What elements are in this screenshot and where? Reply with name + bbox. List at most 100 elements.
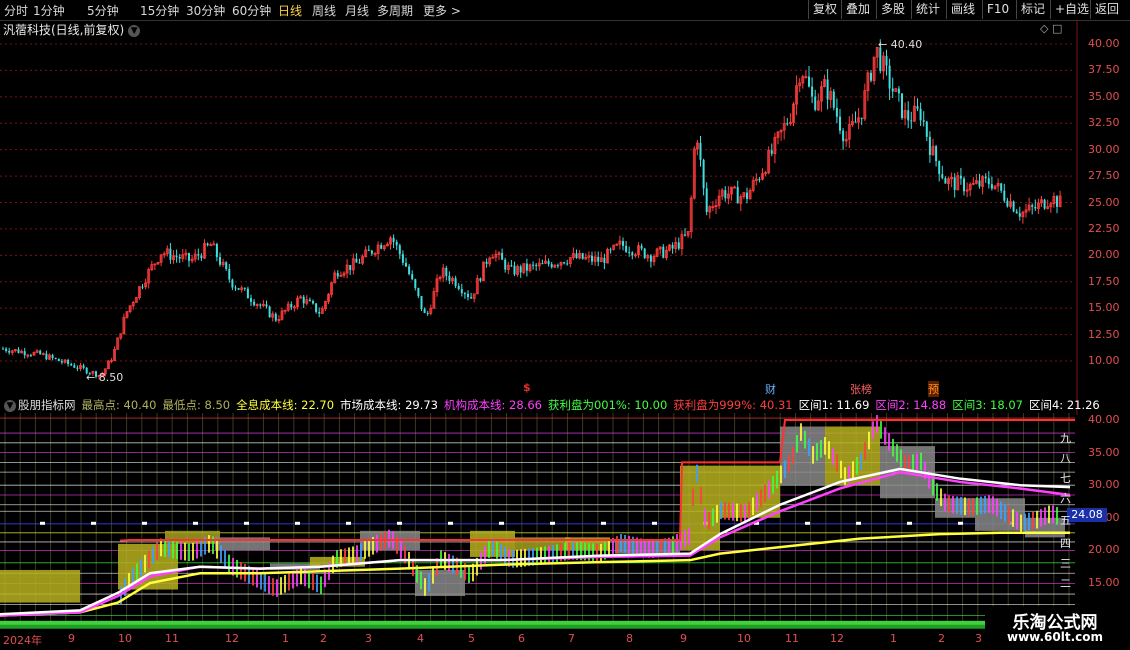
candlestick-chart[interactable]	[0, 20, 1130, 415]
candle-body	[349, 265, 352, 270]
overlay-button[interactable]: 叠加	[841, 0, 874, 19]
indicator-bar	[216, 540, 218, 559]
candle-body	[581, 253, 584, 259]
candle-body	[671, 244, 674, 249]
period-tab-15min[interactable]: 15分钟	[140, 2, 179, 19]
level-marker	[40, 521, 45, 525]
indicator-bar	[888, 433, 890, 451]
indicator-bar	[892, 438, 894, 457]
candle-body	[312, 301, 314, 304]
period-tab-30min[interactable]: 30分钟	[186, 2, 225, 19]
indicator-bar	[980, 496, 982, 515]
event-marker-forecast[interactable]: 预	[928, 381, 939, 397]
indicator-bar	[852, 461, 854, 479]
candle-body	[70, 363, 73, 366]
candle-body	[705, 188, 708, 213]
event-marker-finance[interactable]: 财	[765, 381, 776, 397]
candle-body	[870, 72, 872, 81]
indicator-bar	[960, 496, 962, 515]
candle-body	[922, 120, 925, 122]
indicator-field: 区间1: 11.69	[798, 398, 870, 412]
candle-body	[169, 248, 172, 260]
indicator-bar	[288, 572, 290, 591]
candle-body	[268, 306, 271, 318]
price-tick-label: 40.00	[1088, 37, 1120, 50]
level-marker	[448, 521, 453, 525]
candle-body	[1003, 190, 1006, 201]
period-tab-weekly[interactable]: 周线	[312, 2, 336, 19]
price-tick-label: 10.00	[1088, 354, 1120, 367]
zone-label: 五	[1060, 514, 1071, 527]
candle-body	[631, 252, 634, 256]
indicator-bar	[1044, 507, 1046, 525]
indicator-bar	[920, 452, 922, 471]
add-watchlist-button[interactable]: +自选	[1050, 0, 1093, 19]
date-tick-label: 3	[365, 632, 372, 645]
multi-stock-button[interactable]: 多股	[876, 0, 909, 19]
indicator-bar	[880, 421, 882, 439]
indicator-bar	[176, 541, 178, 560]
period-tab-5min[interactable]: 5分钟	[87, 2, 119, 19]
indicator-field: 区间4: 21.26	[1028, 398, 1100, 412]
zone-label: 二	[1060, 577, 1071, 590]
indicator-tick-label: 30.00	[1088, 478, 1120, 492]
period-tab-monthly[interactable]: 月线	[345, 2, 369, 19]
indicator-bar	[188, 543, 190, 562]
indicator-bar	[836, 454, 838, 472]
indicator-collapse-icon[interactable]: ▼	[4, 399, 16, 412]
indicator-field: 获利盘为999%: 40.31	[673, 398, 793, 412]
mark-button[interactable]: 标记	[1016, 0, 1049, 19]
zone-label: 六	[1060, 492, 1071, 505]
date-tick-label: 6	[518, 632, 525, 645]
indicator-chart[interactable]	[0, 413, 1130, 631]
indicator-bar	[280, 577, 282, 595]
indicator-bar	[696, 464, 698, 483]
event-marker-dollar[interactable]: $	[523, 381, 531, 394]
indicator-bar	[628, 535, 630, 554]
candle-body	[944, 178, 947, 184]
indicator-bar	[820, 440, 822, 458]
date-tick-label: 4	[417, 632, 424, 645]
indicator-bar	[912, 454, 914, 472]
zone-label: 八	[1060, 452, 1071, 465]
indicator-bar	[708, 511, 710, 530]
candle-body	[860, 117, 863, 119]
price-tick-label: 27.50	[1088, 169, 1120, 183]
period-tab-60min[interactable]: 60分钟	[232, 2, 271, 19]
candle-body	[308, 299, 311, 302]
candle-body	[640, 245, 643, 249]
fuquan-button[interactable]: 复权	[808, 0, 841, 19]
indicator-bar	[312, 572, 314, 591]
indicator-bar	[716, 504, 718, 523]
period-tab-1min[interactable]: 1分钟	[33, 2, 65, 19]
level-marker	[346, 521, 351, 525]
f10-button[interactable]: F10	[982, 0, 1013, 19]
candle-body	[919, 108, 922, 121]
level-marker	[193, 521, 198, 525]
candle-body	[380, 244, 383, 249]
indicator-bar	[420, 571, 422, 590]
indicator-bar	[1036, 510, 1038, 529]
candle-body	[215, 243, 218, 258]
period-tab-more[interactable]: 更多 >	[423, 2, 461, 19]
period-tab-daily[interactable]: 日线	[278, 2, 302, 19]
draw-line-button[interactable]: 画线	[946, 0, 979, 19]
indicator-name[interactable]: 股朋指标网	[18, 398, 76, 412]
indicator-bar	[712, 508, 714, 527]
candle-body	[398, 245, 401, 255]
candle-body	[479, 278, 482, 281]
candle-body	[501, 252, 504, 260]
period-tab-fenshi[interactable]: 分时	[4, 2, 28, 19]
candle-body	[259, 304, 262, 306]
period-tab-multi[interactable]: 多周期	[377, 2, 413, 19]
indicator-bar	[276, 579, 278, 597]
price-tick-label: 22.50	[1088, 221, 1120, 235]
indicator-bar	[428, 573, 430, 592]
event-marker-board[interactable]: 张榜	[850, 381, 872, 397]
candle-body	[29, 355, 32, 357]
indicator-bar	[704, 508, 706, 527]
back-button[interactable]: 返回	[1090, 0, 1123, 19]
indicator-bar	[736, 503, 738, 522]
stats-button[interactable]: 统计	[911, 0, 944, 19]
candle-body	[206, 243, 209, 246]
